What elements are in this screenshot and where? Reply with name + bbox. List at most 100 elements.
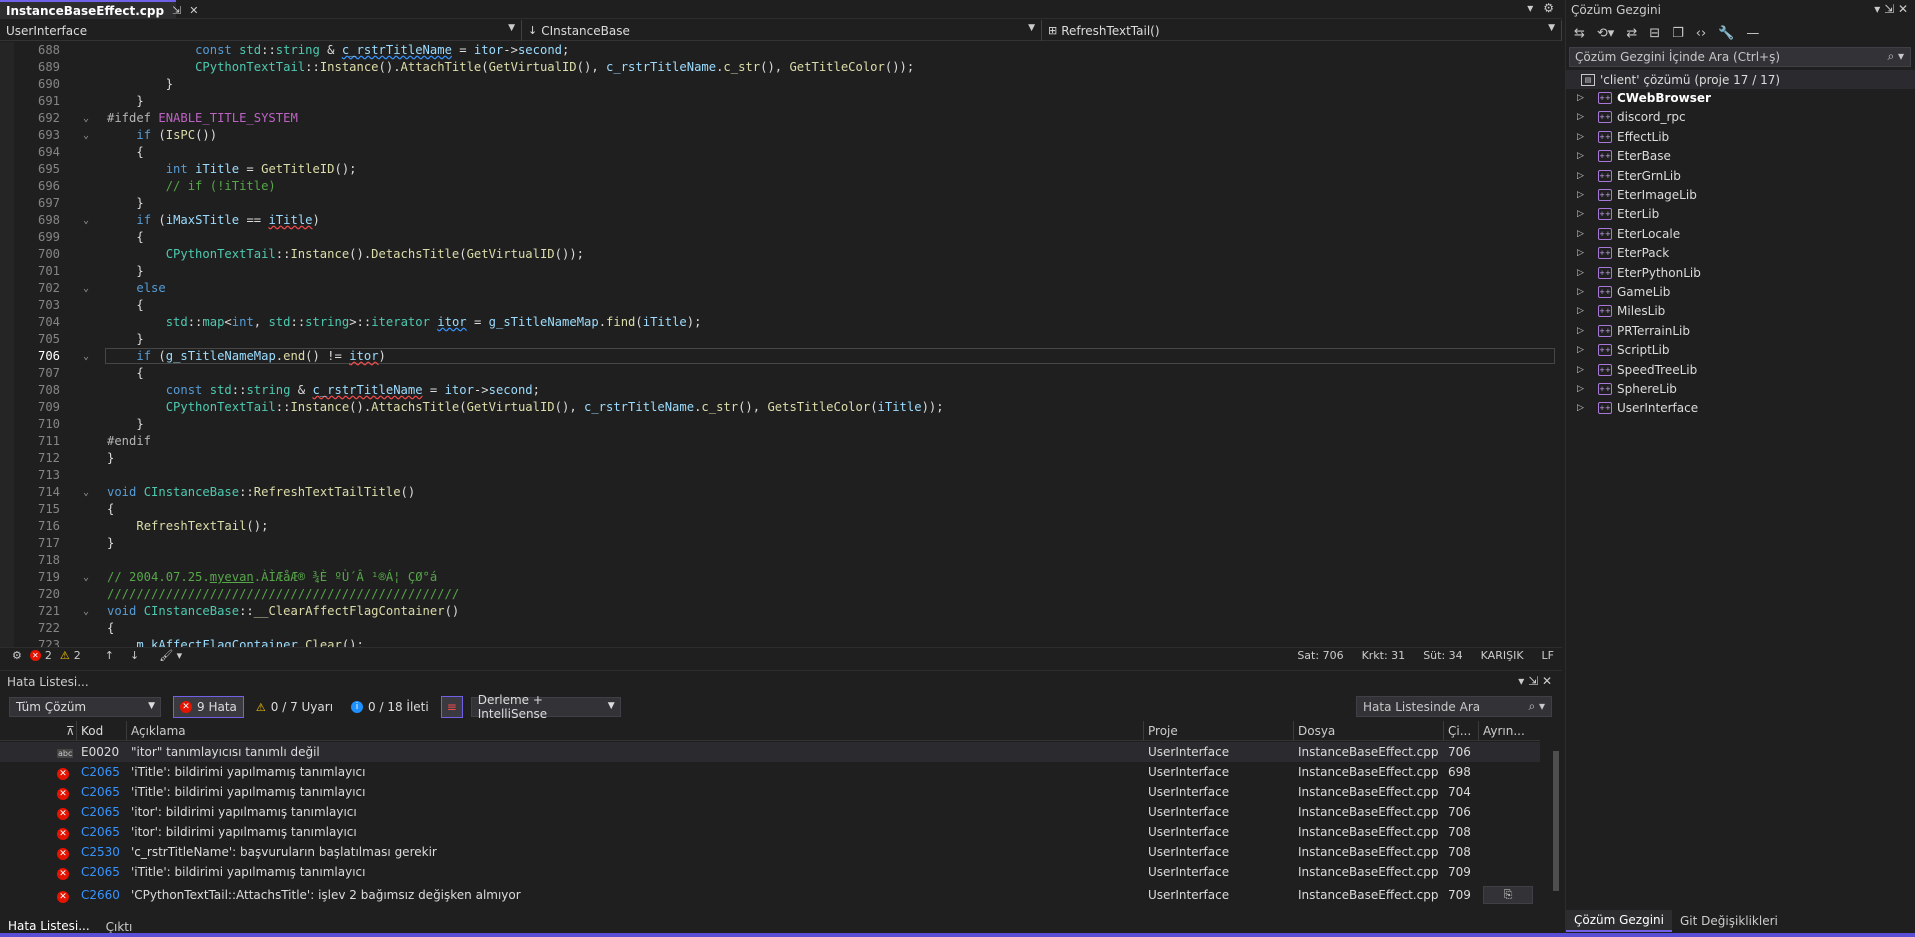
code-line[interactable]: 708 const std::string & c_rstrTitleName … bbox=[0, 382, 1562, 399]
tab-git-changes[interactable]: Git Değişiklikleri bbox=[1672, 910, 1786, 932]
table-row[interactable]: ✕ C2065 'itor': bildirimi yapılmamış tanım… bbox=[0, 802, 1540, 822]
scope-dropdown[interactable]: Tüm Çözüm ▼ bbox=[9, 697, 161, 717]
fold-chevron-icon[interactable]: ⌄ bbox=[83, 348, 89, 365]
panel-window-buttons[interactable]: ▾ ⇲ ✕ bbox=[1874, 2, 1908, 16]
expand-arrow-icon[interactable]: ▷ bbox=[1577, 287, 1584, 297]
table-row[interactable]: abc E0020 "itor" tanımlayıcısı tanımlı değ… bbox=[0, 742, 1540, 762]
code-line[interactable]: 712} bbox=[0, 450, 1562, 467]
collapse-all-icon[interactable]: ⊟ bbox=[1649, 26, 1660, 41]
column-header-project[interactable]: Proje bbox=[1148, 724, 1293, 738]
search-icon[interactable]: ⌕ ▾ bbox=[1887, 49, 1904, 64]
code-line[interactable]: 718 bbox=[0, 552, 1562, 569]
properties-icon[interactable]: 🔧 bbox=[1718, 26, 1734, 41]
expand-arrow-icon[interactable]: ▷ bbox=[1577, 365, 1584, 375]
code-line[interactable]: 706 ⌄ if (g_sTitleNameMap.end() != itor) bbox=[0, 348, 1562, 365]
expand-arrow-icon[interactable]: ▷ bbox=[1577, 384, 1584, 394]
previous-issue-button[interactable]: ↑ bbox=[105, 649, 114, 662]
code-line[interactable]: 691 } bbox=[0, 93, 1562, 110]
code-line[interactable]: 693 ⌄ if (IsPC()) bbox=[0, 127, 1562, 144]
column-separator[interactable] bbox=[126, 721, 127, 741]
messages-filter-button[interactable]: i 0 / 18 İleti bbox=[345, 696, 435, 718]
code-line[interactable]: 699 { bbox=[0, 229, 1562, 246]
column-indicator[interactable]: Süt: 34 bbox=[1423, 649, 1462, 662]
history-icon[interactable]: ⟲▾ bbox=[1597, 26, 1614, 41]
code-line[interactable]: 703 { bbox=[0, 297, 1562, 314]
expand-arrow-icon[interactable]: ▷ bbox=[1577, 229, 1584, 239]
sort-icon[interactable]: ⊼ bbox=[66, 724, 75, 738]
close-icon[interactable]: ✕ bbox=[189, 4, 198, 17]
expand-arrow-icon[interactable]: ▷ bbox=[1577, 93, 1584, 103]
column-header-line[interactable]: Çi... bbox=[1448, 724, 1478, 738]
code-line[interactable]: 723 m_kAffectFlagContainer.Clear(); bbox=[0, 637, 1562, 647]
sidebar-item-project[interactable]: ▷ ++ GameLib bbox=[1566, 282, 1915, 301]
tabs-indicator[interactable]: KARIŞIK bbox=[1481, 649, 1524, 662]
line-indicator[interactable]: Sat: 706 bbox=[1297, 649, 1343, 662]
code-line[interactable]: 720 /////////////////////////////////////… bbox=[0, 586, 1562, 603]
errors-filter-button[interactable]: ✕ 9 Hata bbox=[173, 696, 244, 718]
error-list-scrollbar[interactable] bbox=[1550, 721, 1562, 913]
sidebar-item-project[interactable]: ▷ ++ EterImageLib bbox=[1566, 185, 1915, 204]
class-dropdown[interactable]: ↓ CInstanceBase ▼ bbox=[522, 20, 1042, 41]
expand-arrow-icon[interactable]: ▷ bbox=[1577, 171, 1584, 181]
line-ending-indicator[interactable]: LF bbox=[1542, 649, 1554, 662]
cell-code[interactable]: C2660 bbox=[81, 888, 127, 902]
code-line[interactable]: 695 int iTitle = GetTitleID(); bbox=[0, 161, 1562, 178]
switch-views-icon[interactable]: ⇆ bbox=[1574, 26, 1585, 41]
error-list-search-input[interactable]: Hata Listesinde Ara ⌕ ▾ bbox=[1356, 696, 1552, 717]
cell-code[interactable]: C2065 bbox=[81, 765, 127, 779]
error-count[interactable]: ✕ 2 bbox=[29, 649, 52, 662]
code-line[interactable]: 717} bbox=[0, 535, 1562, 552]
sidebar-item-project[interactable]: ▷ ++ EterGrnLib bbox=[1566, 166, 1915, 185]
table-row[interactable]: ✕ C2530 'c_rstrTitleName': başvuruların ba… bbox=[0, 842, 1540, 862]
column-separator[interactable] bbox=[1293, 721, 1294, 741]
fold-chevron-icon[interactable]: ⌄ bbox=[83, 280, 89, 297]
code-line[interactable]: 688 const std::string & c_rstrTitleName … bbox=[0, 42, 1562, 59]
filter-current-document-button[interactable]: ≡ bbox=[440, 696, 463, 718]
document-tab-title[interactable]: InstanceBaseEffect.cpp bbox=[6, 4, 164, 18]
code-line[interactable]: 689 CPythonTextTail::Instance().AttachTi… bbox=[0, 59, 1562, 76]
next-issue-button[interactable]: ↓ bbox=[130, 649, 139, 662]
sidebar-item-project[interactable]: ▷ ++ SphereLib bbox=[1566, 379, 1915, 398]
code-line[interactable]: 710 } bbox=[0, 416, 1562, 433]
column-separator[interactable] bbox=[1443, 721, 1444, 741]
column-header-description[interactable]: Açıklama bbox=[131, 724, 1143, 738]
code-line[interactable]: 701 } bbox=[0, 263, 1562, 280]
fold-chevron-icon[interactable]: ⌄ bbox=[83, 127, 89, 144]
code-line[interactable]: 716 RefreshTextTail(); bbox=[0, 518, 1562, 535]
code-line[interactable]: 690 } bbox=[0, 76, 1562, 93]
sidebar-item-project[interactable]: ▷ ++ EterLib bbox=[1566, 204, 1915, 223]
code-line[interactable]: 711 #endif bbox=[0, 433, 1562, 450]
sidebar-item-project[interactable]: ▷ ++ EterPythonLib bbox=[1566, 263, 1915, 282]
source-dropdown[interactable]: Derleme + IntelliSense ▼ bbox=[470, 693, 621, 721]
expand-arrow-icon[interactable]: ▷ bbox=[1577, 151, 1584, 161]
column-header-code[interactable]: Kod bbox=[81, 724, 127, 738]
column-header-file[interactable]: Dosya bbox=[1298, 724, 1443, 738]
fold-chevron-icon[interactable]: ⌄ bbox=[83, 603, 89, 620]
expand-arrow-icon[interactable]: ▷ bbox=[1577, 268, 1584, 278]
warning-count[interactable]: ⚠ 2 bbox=[60, 649, 81, 662]
sidebar-item-project[interactable]: ▷ ++ CWebBrowser bbox=[1566, 88, 1915, 107]
panel-window-buttons[interactable]: ▾ ⇲ ✕ bbox=[1518, 674, 1552, 688]
expand-arrow-icon[interactable]: ▷ bbox=[1577, 209, 1584, 219]
fold-chevron-icon[interactable]: ⌄ bbox=[83, 484, 89, 501]
sidebar-item-project[interactable]: ▷ ++ EffectLib bbox=[1566, 127, 1915, 146]
fold-chevron-icon[interactable]: ⌄ bbox=[83, 110, 89, 127]
code-line[interactable]: 719 ⌄ // 2004.07.25.myevan.ÀÌÆåÆ® ¾È ºÙ´Â … bbox=[0, 569, 1562, 586]
char-indicator[interactable]: Krkt: 31 bbox=[1362, 649, 1406, 662]
code-line[interactable]: 722 { bbox=[0, 620, 1562, 637]
tab-overflow-icon[interactable]: ▾ bbox=[1527, 1, 1533, 15]
expand-arrow-icon[interactable]: ▷ bbox=[1577, 190, 1584, 200]
sidebar-item-project[interactable]: ▷ ++ EterBase bbox=[1566, 146, 1915, 165]
sidebar-item-project[interactable]: ▷ ++ UserInterface bbox=[1566, 398, 1915, 417]
column-header-suppression[interactable]: Ayrın... bbox=[1483, 724, 1543, 738]
cell-code[interactable]: C2065 bbox=[81, 825, 127, 839]
sidebar-item-project[interactable]: ▷ ++ EterLocale bbox=[1566, 224, 1915, 243]
sidebar-item-project[interactable]: ▷ ++ MilesLib bbox=[1566, 301, 1915, 320]
table-row[interactable]: ✕ C2660 'CPythonTextTail::AttachsTitle': i… bbox=[0, 885, 1540, 905]
cell-code[interactable]: E0020 bbox=[81, 745, 127, 759]
column-separator[interactable] bbox=[1478, 721, 1479, 741]
expand-arrow-icon[interactable]: ▷ bbox=[1577, 248, 1584, 258]
code-line[interactable]: 702 ⌄ else bbox=[0, 280, 1562, 297]
project-dropdown[interactable]: UserInterface ▼ bbox=[0, 20, 522, 41]
solution-search-input[interactable]: Çözüm Gezgini İçinde Ara (Ctrl+ş) ⌕ ▾ bbox=[1569, 47, 1911, 67]
